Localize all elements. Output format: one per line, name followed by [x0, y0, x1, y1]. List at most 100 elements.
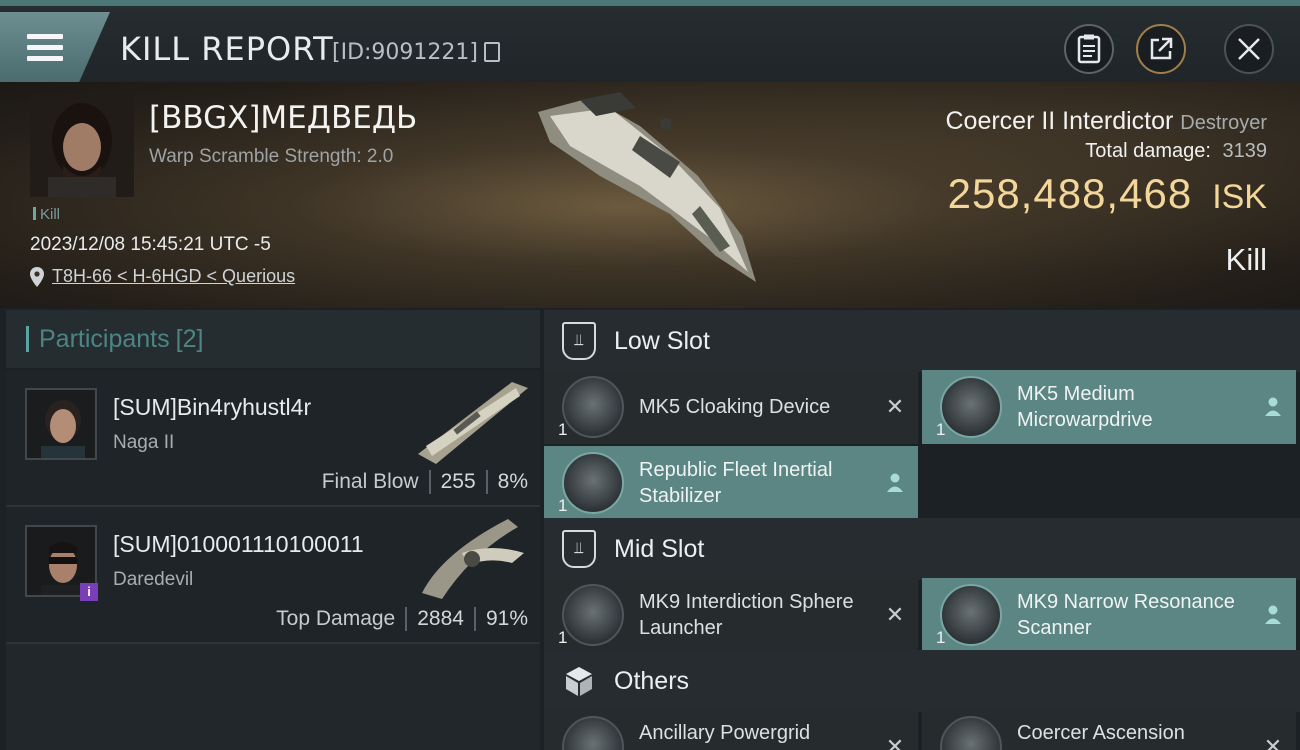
- x-icon: ✕: [885, 734, 905, 750]
- participants-label: Participants: [39, 324, 170, 353]
- participant-percent: 91%: [485, 607, 528, 630]
- isk-amount: 258,488,468: [947, 170, 1193, 217]
- module-qty: 1: [558, 496, 568, 515]
- person-icon: [1260, 394, 1286, 420]
- menu-button[interactable]: [0, 12, 110, 82]
- isk-unit: ISK: [1212, 178, 1267, 216]
- copy-icon[interactable]: [484, 42, 500, 62]
- avatar[interactable]: [25, 388, 97, 460]
- victim-summary: [BBGX]МЕДВЕДЬ Warp Scramble Strength: 2.…: [0, 82, 1300, 308]
- report-id: [ID:9091221]: [332, 40, 478, 65]
- location-link[interactable]: T8H-66 < H-6HGD < Querious: [52, 266, 295, 287]
- total-damage: Total damage: 3139: [1085, 140, 1267, 163]
- participants-header: Participants [2]: [6, 310, 540, 370]
- info-badge[interactable]: i: [80, 583, 98, 601]
- participants-panel: Participants [2] [SUM]Bin4ryhustl4r Naga…: [6, 310, 540, 750]
- participant-name[interactable]: [SUM]010001110100011: [113, 531, 364, 558]
- participant-damage: 255: [440, 470, 476, 493]
- ship-name[interactable]: Coercer II Interdictor Destroyer: [945, 107, 1267, 136]
- ship-type: Coercer II Interdictor: [945, 107, 1174, 135]
- kill-location[interactable]: T8H-66 < H-6HGD < Querious: [30, 266, 295, 287]
- divider: [405, 607, 408, 631]
- module-name: Republic Fleet Inertial Stabilizer: [639, 459, 833, 507]
- x-icon: ✕: [1263, 734, 1283, 750]
- divider: [473, 607, 476, 631]
- module-name: Ancillary Powergrid: [639, 722, 811, 744]
- module-icon: [562, 716, 624, 750]
- module-qty: 1: [558, 628, 568, 647]
- cube-icon: [562, 664, 596, 698]
- low-slot-icon: ⫫: [562, 322, 596, 360]
- module-qty: 1: [936, 628, 946, 647]
- module-icon: [562, 376, 624, 438]
- participant-name[interactable]: [SUM]Bin4ryhustl4r: [113, 394, 311, 421]
- module-name: Coercer Ascension: [1017, 722, 1185, 744]
- mid-slot-label: Mid Slot: [614, 534, 705, 563]
- total-damage-value: 3139: [1222, 140, 1268, 162]
- location-pin-icon: [30, 266, 44, 287]
- person-icon: [882, 470, 908, 496]
- participant-stats: Final Blow 255 8%: [322, 470, 528, 494]
- hamburger-icon: [27, 34, 63, 62]
- participant-role: Top Damage: [276, 607, 396, 630]
- victim-name[interactable]: [BBGX]МЕДВЕДЬ: [149, 100, 417, 136]
- kill-outcome: Kill: [1225, 242, 1267, 277]
- participant-stats: Top Damage 2884 91%: [276, 607, 528, 631]
- participants-count: [2]: [175, 324, 204, 353]
- module-name: MK5 Medium Microwarpdrive: [1017, 383, 1153, 431]
- participant-role: Final Blow: [321, 470, 419, 493]
- participant-ship-render: [422, 519, 524, 599]
- others-header: Others: [544, 650, 1300, 712]
- top-bar: KILL REPORT [ID:9091221]: [0, 0, 1300, 82]
- module-item[interactable]: 1 MK9 Interdiction Sphere Launcher ✕: [544, 578, 918, 652]
- module-item[interactable]: 1 MK5 Cloaking Device ✕: [544, 370, 918, 444]
- low-slot-label: Low Slot: [614, 326, 710, 355]
- close-button[interactable]: [1224, 24, 1274, 74]
- module-icon: [940, 376, 1002, 438]
- ship-class: Destroyer: [1180, 112, 1267, 134]
- module-qty: 1: [936, 420, 946, 439]
- fitting-panel: ⫫ Low Slot 1 MK5 Cloaking Device ✕ 1 MK5…: [544, 310, 1300, 750]
- module-icon: [940, 584, 1002, 646]
- module-name: MK9 Narrow Resonance Scanner: [1017, 591, 1235, 639]
- module-item[interactable]: Coercer Ascension ✕: [922, 710, 1296, 750]
- divider: [485, 470, 488, 494]
- mid-slot-header: ⫫ Mid Slot: [544, 518, 1300, 580]
- clipboard-icon: [1077, 34, 1101, 64]
- kill-datetime: 2023/12/08 15:45:21 UTC -5: [30, 234, 271, 255]
- module-name: MK5 Cloaking Device: [639, 396, 831, 418]
- kill-tag: Kill: [33, 206, 60, 223]
- divider: [428, 470, 431, 494]
- victim-portrait[interactable]: [30, 95, 134, 197]
- x-icon: ✕: [885, 394, 905, 419]
- module-icon: [562, 584, 624, 646]
- module-icon: [562, 452, 624, 514]
- clipboard-button[interactable]: [1064, 24, 1114, 74]
- share-icon: [1150, 37, 1173, 60]
- module-item[interactable]: 1 Republic Fleet Inertial Stabilizer: [544, 446, 918, 520]
- total-damage-label: Total damage:: [1085, 140, 1211, 162]
- module-qty: 1: [558, 420, 568, 439]
- participant-damage: 2884: [417, 607, 464, 630]
- page-title: KILL REPORT: [120, 30, 334, 68]
- x-icon: ✕: [885, 602, 905, 627]
- participant-ship: Naga II: [113, 432, 175, 453]
- mid-slot-icon: ⫫: [562, 530, 596, 568]
- ship-render: [538, 92, 756, 282]
- others-label: Others: [614, 666, 690, 695]
- close-icon: [1238, 38, 1260, 60]
- participant-ship: Daredevil: [113, 569, 194, 590]
- participant-percent: 8%: [497, 470, 528, 493]
- module-item[interactable]: Ancillary Powergrid ✕: [544, 710, 918, 750]
- module-item[interactable]: 1 MK9 Narrow Resonance Scanner: [922, 578, 1296, 652]
- share-button[interactable]: [1136, 24, 1186, 74]
- person-icon: [1260, 602, 1286, 628]
- participant-row[interactable]: i [SUM]010001110100011 Daredevil Top Dam…: [6, 507, 540, 644]
- warp-scramble-strength: Warp Scramble Strength: 2.0: [149, 146, 394, 167]
- participant-row[interactable]: [SUM]Bin4ryhustl4r Naga II Final Blow 25…: [6, 370, 540, 507]
- module-icon: [940, 716, 1002, 750]
- participant-ship-render: [418, 382, 528, 464]
- module-item[interactable]: 1 MK5 Medium Microwarpdrive: [922, 370, 1296, 444]
- module-name: MK9 Interdiction Sphere Launcher: [639, 591, 854, 639]
- isk-value: 258,488,468 ISK: [948, 170, 1267, 218]
